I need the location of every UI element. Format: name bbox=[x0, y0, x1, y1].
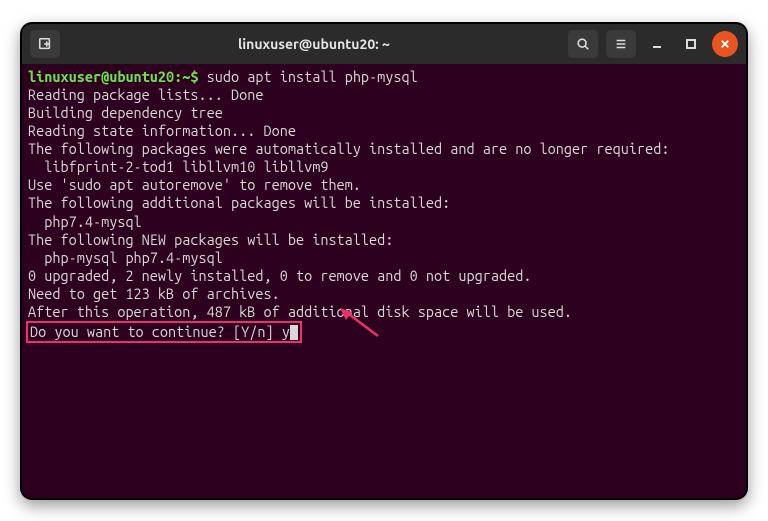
shell-prompt: linuxuser@ubuntu20:~$ bbox=[28, 68, 199, 85]
output-line: libfprint-2-tod1 libllvm10 libllvm9 bbox=[28, 158, 328, 175]
command-text: sudo apt install php-mysql bbox=[207, 68, 418, 85]
minimize-button[interactable] bbox=[644, 31, 670, 57]
output-line: After this operation, 487 kB of addition… bbox=[28, 303, 572, 320]
titlebar: linuxuser@ubuntu20: ~ bbox=[22, 24, 746, 64]
output-line: The following additional packages will b… bbox=[28, 194, 450, 211]
output-line: 0 upgraded, 2 newly installed, 0 to remo… bbox=[28, 267, 531, 284]
cursor bbox=[290, 325, 298, 340]
output-line: Reading state information... Done bbox=[28, 122, 296, 139]
terminal-output[interactable]: linuxuser@ubuntu20:~$ sudo apt install p… bbox=[22, 64, 746, 498]
maximize-button[interactable] bbox=[678, 31, 704, 57]
close-button[interactable] bbox=[712, 31, 738, 57]
output-line: Building dependency tree bbox=[28, 104, 223, 121]
output-line: Use 'sudo apt autoremove' to remove them… bbox=[28, 176, 361, 193]
output-line: The following NEW packages will be insta… bbox=[28, 231, 393, 248]
search-button[interactable] bbox=[568, 30, 598, 58]
window-title: linuxuser@ubuntu20: ~ bbox=[68, 36, 560, 52]
output-line: Reading package lists... Done bbox=[28, 86, 263, 103]
output-line: php-mysql php7.4-mysql bbox=[28, 249, 223, 266]
terminal-window: linuxuser@ubuntu20: ~ linuxuser@ubuntu20… bbox=[20, 22, 748, 500]
highlighted-prompt: Do you want to continue? [Y/n] y bbox=[26, 321, 302, 343]
menu-button[interactable] bbox=[606, 30, 636, 58]
output-line: php7.4-mysql bbox=[28, 213, 142, 230]
output-line: The following packages were automaticall… bbox=[28, 140, 669, 157]
output-line: Need to get 123 kB of archives. bbox=[28, 285, 280, 302]
new-tab-button[interactable] bbox=[30, 30, 60, 58]
